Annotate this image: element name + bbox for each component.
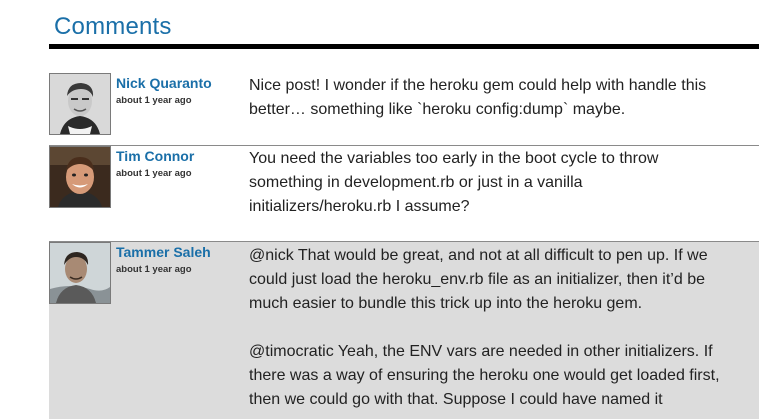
comment-item: Tim Connor about 1 year ago You need the… bbox=[49, 145, 759, 241]
comment-body: @nick That would be great, and not at al… bbox=[249, 244, 729, 412]
avatar-image-tim bbox=[50, 147, 110, 207]
comment-paragraph: Nice post! I wonder if the heroku gem co… bbox=[249, 77, 707, 118]
comment-item-highlighted: Tammer Saleh about 1 year ago @nick That… bbox=[49, 241, 759, 419]
comment-paragraph: @timocratic Yeah, the ENV vars are neede… bbox=[249, 343, 720, 408]
avatar-image-tammer bbox=[50, 243, 110, 303]
comments-heading: Comments bbox=[54, 13, 172, 40]
avatar-image-nick bbox=[50, 74, 110, 134]
comment-date: about 1 year ago bbox=[116, 95, 192, 106]
heading-rule bbox=[49, 44, 759, 49]
comment-author-link[interactable]: Nick Quaranto bbox=[116, 75, 212, 91]
avatar[interactable] bbox=[49, 73, 111, 135]
avatar[interactable] bbox=[49, 146, 111, 208]
avatar[interactable] bbox=[49, 242, 111, 304]
comment-item: Nick Quaranto about 1 year ago Nice post… bbox=[49, 73, 759, 145]
comment-body: You need the variables too early in the … bbox=[249, 147, 729, 219]
comment-author-link[interactable]: Tammer Saleh bbox=[116, 244, 211, 260]
comment-date: about 1 year ago bbox=[116, 168, 192, 179]
comment-author-link[interactable]: Tim Connor bbox=[116, 148, 194, 164]
comment-date: about 1 year ago bbox=[116, 264, 192, 275]
comment-paragraph: @nick That would be great, and not at al… bbox=[249, 247, 708, 312]
comment-body: Nice post! I wonder if the heroku gem co… bbox=[249, 74, 729, 122]
comment-paragraph: You need the variables too early in the … bbox=[249, 150, 659, 215]
